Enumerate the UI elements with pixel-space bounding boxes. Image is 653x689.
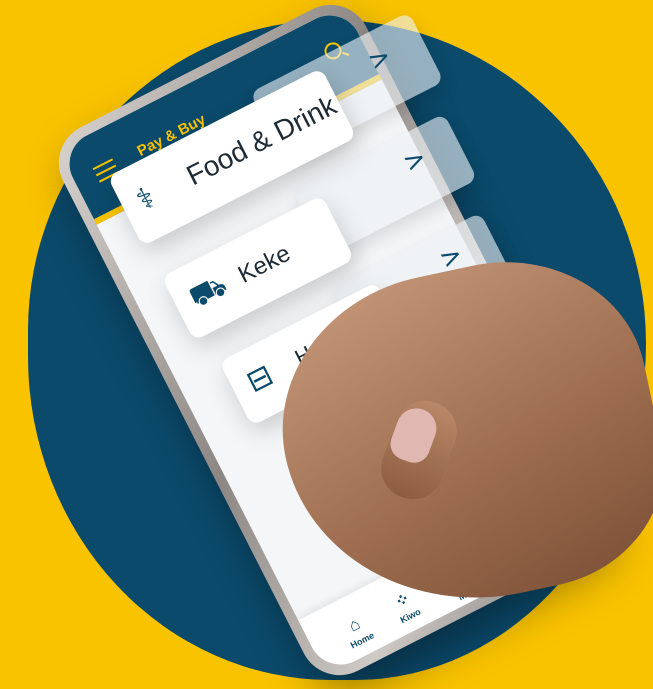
chevron-right-icon[interactable]: >: [399, 142, 432, 179]
hotel-bed-icon: ⊟: [241, 358, 279, 400]
category-label-keke: Keke: [233, 239, 295, 289]
chevron-right-icon[interactable]: >: [363, 41, 396, 78]
keke-vehicle-icon: ⛟: [183, 268, 233, 315]
food-drink-icon: ⚕: [131, 180, 161, 218]
promo-stage: Pay & Buy ⌂ Home ⁘ Kiwo Mo > >: [0, 0, 653, 689]
